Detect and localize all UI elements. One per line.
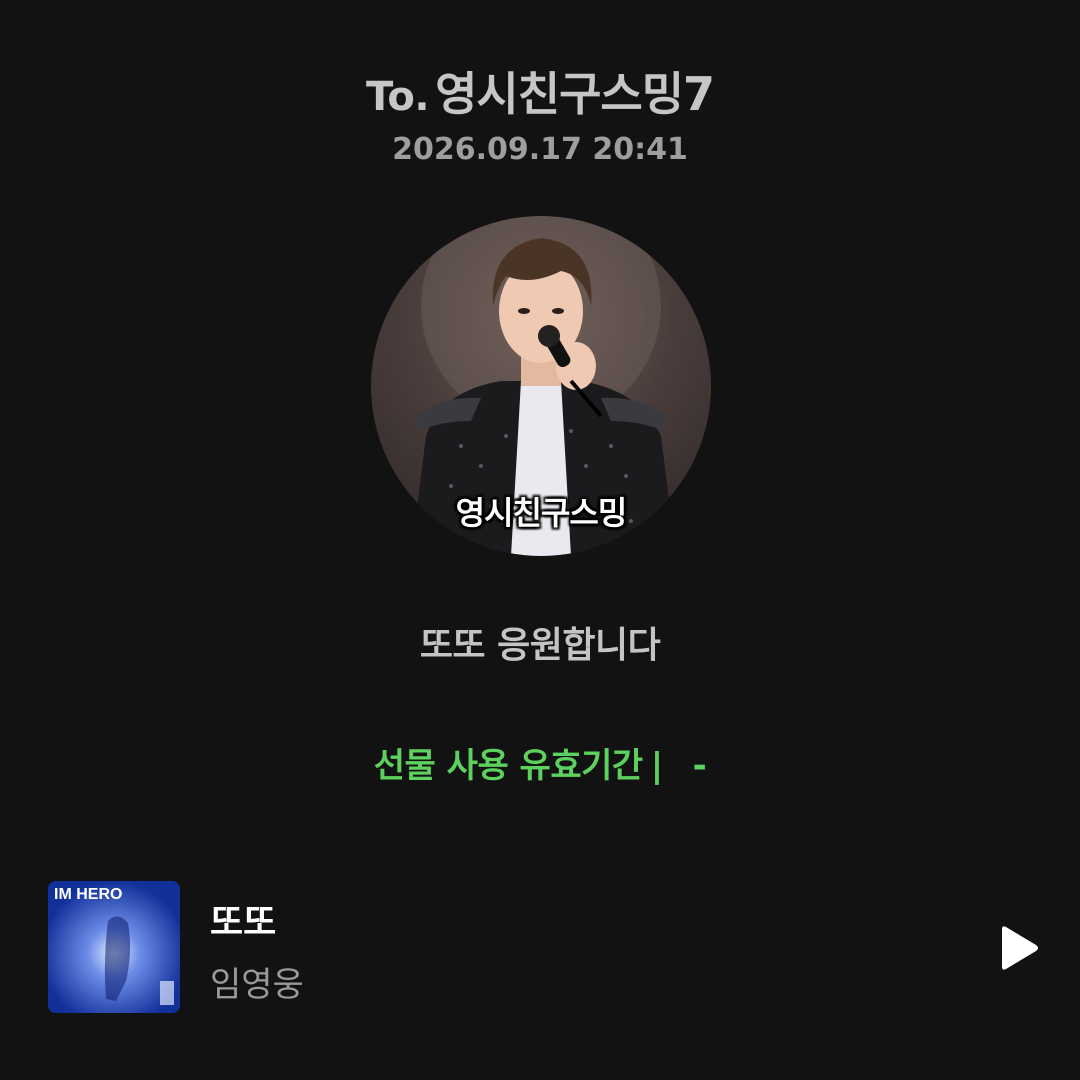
play-icon xyxy=(1002,926,1038,970)
album-art-text: IM HERO xyxy=(54,886,122,903)
recipient-name: 영시친구스밍7 xyxy=(435,67,715,121)
track-title: 또또 xyxy=(210,902,277,943)
album-art: IM HERO xyxy=(48,881,180,1013)
recipient-title: To. 영시친구스밍7 xyxy=(365,58,715,124)
gift-validity: 선물 사용 유효기간 | - xyxy=(0,738,1080,787)
gift-header: To. 영시친구스밍7 2026.09.17 20:41 xyxy=(0,58,1080,167)
gift-timestamp: 2026.09.17 20:41 xyxy=(392,132,688,167)
sender-avatar: 영시친구스밍 xyxy=(371,216,711,556)
album-art-image: IM HERO xyxy=(48,881,180,1013)
validity-label: 선물 사용 유효기간 xyxy=(373,746,643,786)
avatar-caption: 영시친구스밍 xyxy=(455,494,628,532)
track-artist: 임영웅 xyxy=(210,965,304,1005)
recipient-prefix: To. xyxy=(365,74,430,120)
track-row[interactable]: IM HERO 또또 임영웅 xyxy=(48,881,1048,1013)
validity-value: - xyxy=(692,746,707,786)
gift-message: 또또 응원합니다 xyxy=(419,625,661,666)
validity-separator: | xyxy=(650,746,663,786)
play-button[interactable] xyxy=(996,925,1040,971)
